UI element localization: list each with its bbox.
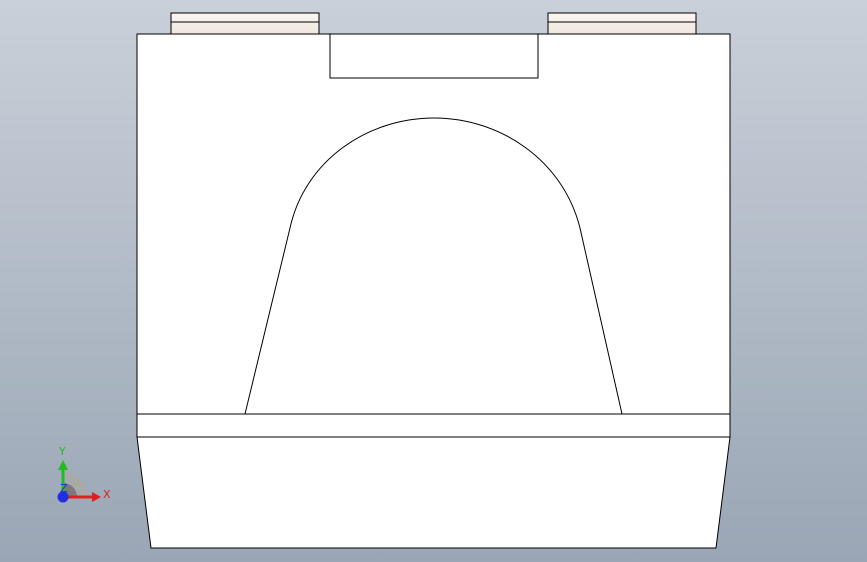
top-right-tab[interactable] <box>547 12 697 35</box>
base-strip[interactable] <box>136 413 731 438</box>
z-axis-label: Z <box>60 482 68 495</box>
cad-drawing[interactable]: X Y Z <box>0 0 867 562</box>
top-left-tab[interactable] <box>170 12 320 35</box>
main-block-face[interactable] <box>136 33 731 415</box>
x-axis-label: X <box>103 488 111 501</box>
top-notch[interactable] <box>329 33 539 79</box>
tapered-base[interactable] <box>136 436 731 549</box>
y-axis-label: Y <box>58 445 66 458</box>
cad-viewport[interactable]: X Y Z <box>0 0 867 562</box>
